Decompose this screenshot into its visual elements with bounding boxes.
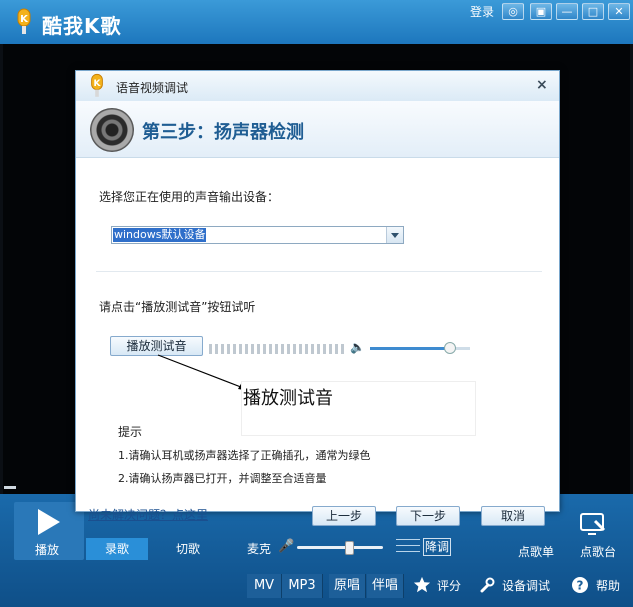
mic-volume-slider[interactable]: [297, 546, 383, 549]
svg-text:K: K: [94, 79, 102, 89]
hint-line: 1.请确认耳机或扬声器选择了正确插孔，通常为绿色: [118, 449, 371, 462]
microphone-icon: 🎤: [278, 539, 295, 554]
record-mode-tab[interactable]: 录歌: [86, 538, 148, 560]
selected-device: windows默认设备: [113, 228, 207, 242]
volume-icon: 🔈: [350, 340, 365, 354]
play-icon: [38, 509, 60, 535]
mini-mode-icon[interactable]: ▣: [530, 3, 552, 20]
help-link[interactable]: 尚未解决问题？点这里: [88, 506, 208, 523]
hint-line: 2.请确认扬声器已打开，并调整至合适音量: [118, 472, 327, 485]
dialog-close-icon[interactable]: ×: [536, 77, 548, 93]
maximize-button[interactable]: □: [582, 3, 604, 20]
song-station-icon[interactable]: [578, 512, 610, 538]
output-device-select[interactable]: windows默认设备: [111, 226, 404, 244]
tab-original[interactable]: 原唱: [329, 574, 366, 598]
audio-video-debug-dialog: K 语音视频调试 × 第三步：扬声器检测 选择您正在使用的声音输出设备： win…: [75, 70, 560, 526]
speaker-icon: [90, 108, 134, 152]
minimize-button[interactable]: —: [556, 3, 578, 20]
close-button[interactable]: ✕: [608, 3, 630, 20]
dialog-title: 语音视频调试: [116, 81, 189, 95]
pitch-indicator: [396, 539, 420, 540]
chevron-down-icon[interactable]: [386, 227, 403, 243]
cut-song-button[interactable]: 切歌: [160, 538, 216, 560]
app-title: 酷我K歌: [42, 14, 122, 38]
divider: [96, 271, 542, 272]
wrench-icon: [480, 577, 495, 593]
skin-icon[interactable]: ◎: [502, 3, 524, 20]
song-list-button[interactable]: 点歌单: [518, 543, 554, 560]
mic-volume-knob[interactable]: [345, 541, 354, 555]
help-button[interactable]: 帮助: [596, 577, 620, 594]
device-label: 选择您正在使用的声音输出设备：: [99, 190, 280, 204]
tab-mp3[interactable]: MP3: [282, 574, 323, 598]
annotation-text: 播放测试音: [243, 388, 333, 409]
hint-title: 提示: [118, 425, 143, 439]
help-icon: ?: [572, 577, 588, 593]
test-prompt: 请点击“播放测试音”按钮试听: [99, 300, 256, 314]
pitch-indicator: [396, 545, 420, 546]
tab-mv[interactable]: MV: [247, 574, 282, 598]
device-debug-button[interactable]: 设备调试: [502, 577, 550, 594]
next-step-button[interactable]: 下一步: [396, 506, 460, 526]
login-link[interactable]: 登录: [470, 3, 494, 20]
speaker-volume-knob[interactable]: [444, 342, 456, 354]
tab-accompaniment[interactable]: 伴唱: [367, 574, 404, 598]
step-title: 第三步：扬声器检测: [142, 122, 304, 143]
rate-button[interactable]: 评分: [437, 577, 461, 594]
microphone-logo-icon: K: [91, 73, 103, 97]
svg-text:?: ?: [577, 579, 584, 593]
play-label: 播放: [35, 543, 60, 557]
microphone-logo-icon: K: [17, 8, 31, 34]
star-icon: [413, 576, 431, 593]
song-station-button[interactable]: 点歌台: [580, 543, 616, 560]
pitch-down-button[interactable]: 降调: [423, 538, 451, 556]
speaker-volume-fill: [370, 347, 448, 350]
prev-step-button[interactable]: 上一步: [312, 506, 376, 526]
playback-progress[interactable]: [4, 486, 16, 489]
cancel-button[interactable]: 取消: [481, 506, 545, 526]
mic-label: 麦克: [247, 542, 272, 556]
pitch-indicator: [396, 551, 420, 552]
svg-text:K: K: [20, 14, 29, 25]
